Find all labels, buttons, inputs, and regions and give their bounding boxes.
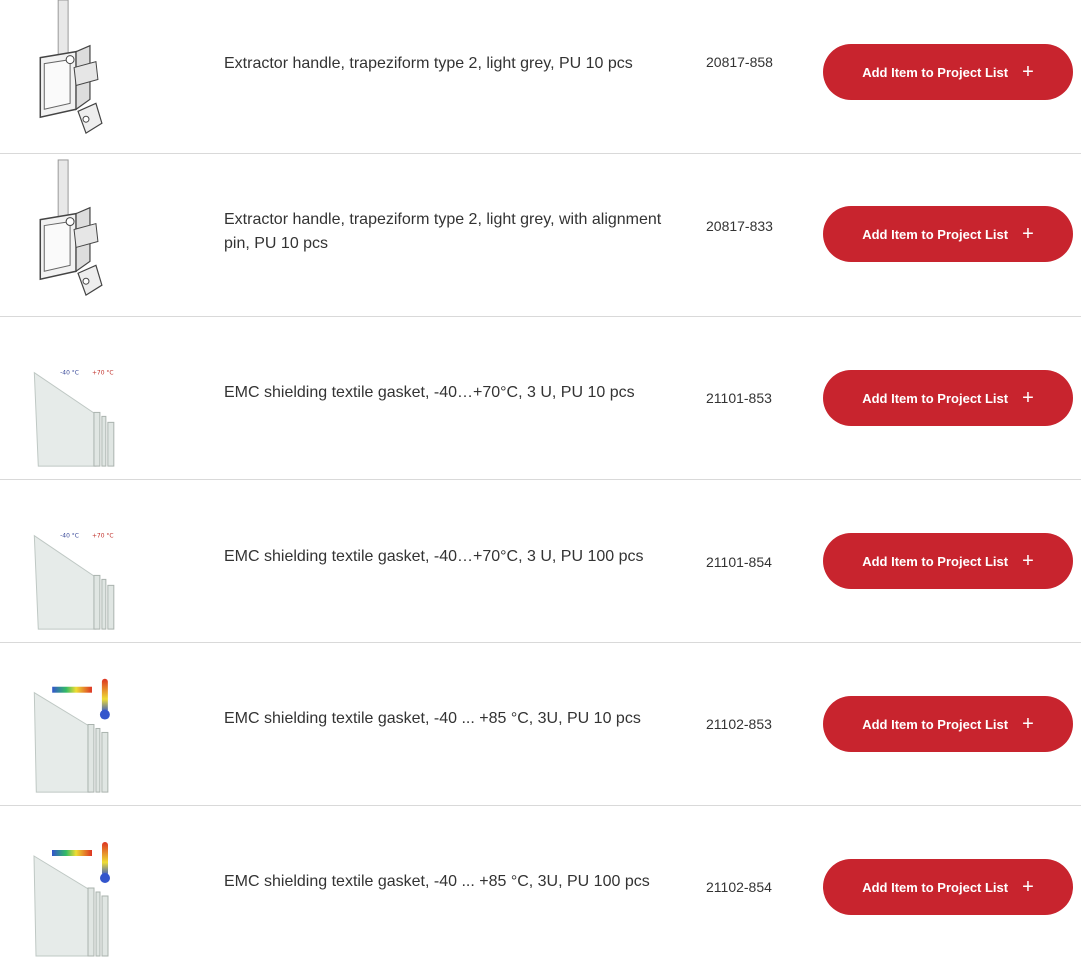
product-description: EMC shielding textile gasket, -40…+70°C,… (224, 548, 644, 565)
product-description: EMC shielding textile gasket, -40 ... +8… (224, 873, 650, 890)
list-item: Extractor handle, trapeziform type 2, li… (0, 154, 1081, 317)
product-description: EMC shielding textile gasket, -40 ... +8… (224, 710, 641, 727)
temp-label-low: -40 °C (60, 370, 79, 377)
article-number: 20817-858 (706, 54, 773, 70)
product-list: Extractor handle, trapeziform type 2, li… (0, 0, 1081, 964)
list-item: Extractor handle, trapeziform type 2, li… (0, 0, 1081, 154)
article-number: 21101-853 (706, 390, 772, 406)
plus-icon: + (1022, 713, 1034, 735)
add-to-project-list-button[interactable]: Add Item to Project List + (823, 206, 1073, 262)
button-label: Add Item to Project List (862, 390, 1009, 406)
add-to-project-list-button[interactable]: Add Item to Project List + (823, 533, 1073, 589)
temp-label-high: +70 °C (92, 533, 114, 540)
gasket-70-image: -40 °C +70 °C (30, 317, 140, 479)
plus-icon: + (1022, 223, 1034, 245)
temp-label-low: -40 °C (60, 533, 79, 540)
article-number: 21102-854 (706, 879, 772, 895)
button-label: Add Item to Project List (862, 226, 1009, 242)
list-item: -40 °C +70 °C EMC shielding textile gask… (0, 480, 1081, 643)
gasket-70-image: -40 °C +70 °C (30, 480, 140, 642)
temp-label-high: +70 °C (92, 370, 114, 377)
gasket-85-thermometer-image (30, 806, 140, 964)
add-to-project-list-button[interactable]: Add Item to Project List + (823, 696, 1073, 752)
plus-icon: + (1022, 550, 1034, 572)
list-item: EMC shielding textile gasket, -40 ... +8… (0, 806, 1081, 964)
button-label: Add Item to Project List (862, 64, 1009, 80)
plus-icon: + (1022, 387, 1034, 409)
article-number: 21102-853 (706, 716, 772, 732)
article-number: 21101-854 (706, 554, 772, 570)
product-description: EMC shielding textile gasket, -40…+70°C,… (224, 384, 635, 401)
gasket-85-thermometer-image (30, 643, 140, 805)
product-description: Extractor handle, trapeziform type 2, li… (224, 211, 662, 252)
list-item: -40 °C +70 °C EMC shielding textile gask… (0, 317, 1081, 480)
extractor-handle-image (30, 154, 140, 316)
product-description: Extractor handle, trapeziform type 2, li… (224, 55, 633, 72)
button-label: Add Item to Project List (862, 716, 1009, 732)
article-number: 20817-833 (706, 218, 773, 234)
button-label: Add Item to Project List (862, 553, 1009, 569)
button-label: Add Item to Project List (862, 879, 1009, 895)
plus-icon: + (1022, 876, 1034, 898)
list-item: EMC shielding textile gasket, -40 ... +8… (0, 643, 1081, 806)
plus-icon: + (1022, 61, 1034, 83)
add-to-project-list-button[interactable]: Add Item to Project List + (823, 370, 1073, 426)
add-to-project-list-button[interactable]: Add Item to Project List + (823, 44, 1073, 100)
extractor-handle-image (30, 0, 140, 153)
add-to-project-list-button[interactable]: Add Item to Project List + (823, 859, 1073, 915)
